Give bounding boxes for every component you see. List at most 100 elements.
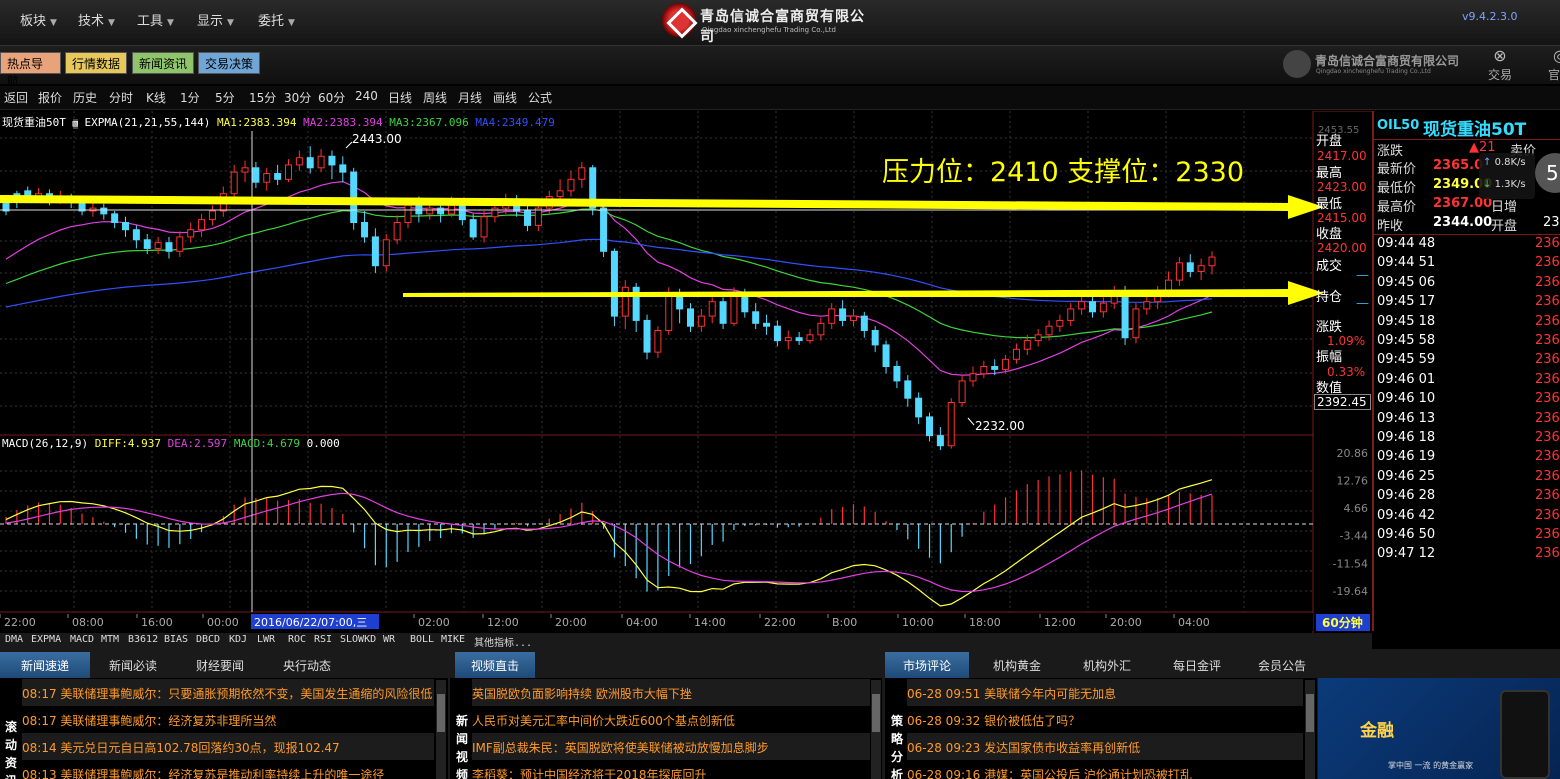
tick-list[interactable]: 09:44 48 236 09:44 51 236 09:45 06 236 09:45 1… [1373,235,1560,630]
news-row[interactable]: 李稻葵：预计中国经济将于2018年探底回升 [472,760,870,779]
hot-nav-button[interactable]: 热点导航 [0,52,61,88]
candle-body [795,337,803,342]
candle-body [947,402,955,447]
indicator-tab[interactable]: ROC [288,634,306,645]
ad-banner[interactable]: 金融 掌中国 一流 的黄金赢家 [1318,678,1560,779]
indicator-tab[interactable]: LWR [257,634,275,645]
news-row[interactable]: 08:17 美联储理事鲍威尔：经济复苏非理所当然 [22,706,434,733]
indicator-tab[interactable]: SLOWKD [340,634,376,645]
news-row[interactable]: 08:13 美联储理事鲍威尔：经济复苏是推动利率持续上升的唯一途径 [22,760,434,779]
news-row[interactable]: 06-28 09:32 银价被低估了吗？ [907,706,1303,733]
indicator-tab[interactable]: RSI [314,634,332,645]
tick-time: 09:46 10 [1377,391,1436,407]
candle-body [1088,301,1096,313]
indicator-tab[interactable]: EXPMA [31,634,61,645]
news-info-button[interactable]: 新闻资讯 [132,52,194,74]
news-row[interactable]: 08:17 美联储理事鲍威尔：只要通胀预期依然不变，美国发生通缩的风险很低 [22,679,434,706]
candle-body [132,229,140,241]
tick-row: 09:45 58 236 [1373,332,1560,351]
tool-5min[interactable]: 5分 [215,89,235,106]
candle-body [187,229,195,238]
candle-body [284,164,292,180]
news-row[interactable]: 08:14 美元兑日元自日高102.78回落约30点，现报102.47 [22,733,434,760]
news-right-scrollbar[interactable] [1305,680,1315,779]
tool-history[interactable]: 历史 [73,89,97,106]
indicator-tab[interactable]: MTM [101,634,119,645]
tool-kline[interactable]: K线 [146,89,166,106]
market-data-button[interactable]: 行情数据 [65,52,127,74]
indicator-icon[interactable]: ▧ [72,119,78,129]
tool-60min[interactable]: 60分 [318,89,345,106]
candle-body [393,222,401,241]
indicator-tab[interactable]: MACD [70,634,94,645]
news-tab[interactable]: 视频直击 [455,652,535,678]
kline-chart[interactable]: 2443.00 2232.00 压力位：2410 支撑位：2330 20.861… [0,111,1372,633]
ma2-label: MA2:2383.394 [303,116,383,129]
menu-xianshi[interactable]: 显示 ▼ [197,10,234,29]
tool-1min[interactable]: 1分 [180,89,200,106]
official-site-button[interactable]: ◎ 官网 [1535,46,1560,84]
news-row[interactable]: IMF副总裁朱民：英国脱欧将使美联储被动放慢加息脚步 [472,733,870,760]
menu-jishu[interactable]: 技术 ▼ [78,10,115,29]
tool-timeshare[interactable]: 分时 [109,89,133,106]
tool-daily[interactable]: 日线 [388,89,412,106]
news-tab[interactable]: 机构黄金 [972,652,1062,678]
indicator-tab[interactable]: 其他指标... [474,634,532,649]
candle-body [263,173,271,183]
news-row[interactable]: 06-28 09:51 美联储今年内可能无加息 [907,679,1303,706]
menu-gongju[interactable]: 工具 ▼ [137,10,174,29]
news-tab[interactable]: 市场评论 [885,652,969,678]
news-mid-scrollbar[interactable] [871,680,881,779]
news-tab[interactable]: 机构外汇 [1062,652,1152,678]
news-tab[interactable]: 央行动态 [264,652,350,678]
candle-body [839,308,847,321]
quote-open-label: 开盘 [1491,219,1518,234]
indicator-tab[interactable]: BOLL [410,634,434,645]
indicator-tab[interactable]: DMA [5,634,23,645]
indicator-tab[interactable]: B3612 [128,634,158,645]
tool-240[interactable]: 240 [355,89,378,103]
trade-button[interactable]: ⊗ 交易 [1475,46,1525,84]
candle-body [969,373,977,382]
news-video-label: 新闻视频 [455,714,468,779]
tool-30min[interactable]: 30分 [284,89,311,106]
news-tab[interactable]: 每日金评 [1152,652,1242,678]
tool-monthly[interactable]: 月线 [458,89,482,106]
indicator-tab[interactable]: KDJ [229,634,247,645]
candle-body [763,322,771,327]
news-tab[interactable]: 新闻必读 [90,652,176,678]
indicator-tab[interactable]: WR [383,634,395,645]
tool-quote[interactable]: 报价 [38,89,62,106]
tool-15min[interactable]: 15分 [249,89,276,106]
news-row[interactable]: 人民币对美元汇率中间价大跌近600个基点创新低 [472,706,870,733]
pressure-support-annotation: 压力位：2410 支撑位：2330 [882,157,1244,188]
news-row[interactable]: 英国脱欧负面影响持续 欧洲股市大幅下挫 [472,679,870,706]
tool-back[interactable]: 返回 [4,89,28,106]
news-left-scrollbar[interactable] [436,680,446,779]
tick-price: 236 [1535,274,1560,290]
candle-body [1012,348,1020,360]
candle-body [784,337,792,342]
news-tab[interactable]: 财经要闻 [176,652,264,678]
tool-draw[interactable]: 画线 [493,89,517,106]
trade-decision-button[interactable]: 交易决策 [198,52,260,74]
candle-body [980,366,988,375]
candle-body [143,239,151,249]
candle-body [654,330,662,353]
news-row[interactable]: 06-28 09:23 发达国家债市收益率再创新低 [907,733,1303,760]
indicator-tab[interactable]: DBCD [196,634,220,645]
net-down: 1.3K/s [1494,179,1526,190]
news-tab[interactable]: 会员公告 [1242,652,1322,678]
quote-high-label: 最高价 [1377,200,1417,215]
menu-bankuai[interactable]: 板块 ▼ [20,10,57,29]
menu-weituo[interactable]: 委托 ▼ [258,10,295,29]
indicator-tab[interactable]: MIKE [441,634,465,645]
tool-weekly[interactable]: 周线 [423,89,447,106]
macd-name: MACD(26,12,9) [2,437,89,450]
news-row[interactable]: 06-28 09:16 港媒：英国公投后 沪伦通计划恐被打乱 [907,760,1303,779]
news-tab[interactable]: 新闻速递 [0,652,90,678]
tick-price: 236 [1535,527,1560,542]
indicator-tab[interactable]: BIAS [164,634,188,645]
candle-body [328,155,336,166]
tool-formula[interactable]: 公式 [528,89,552,106]
